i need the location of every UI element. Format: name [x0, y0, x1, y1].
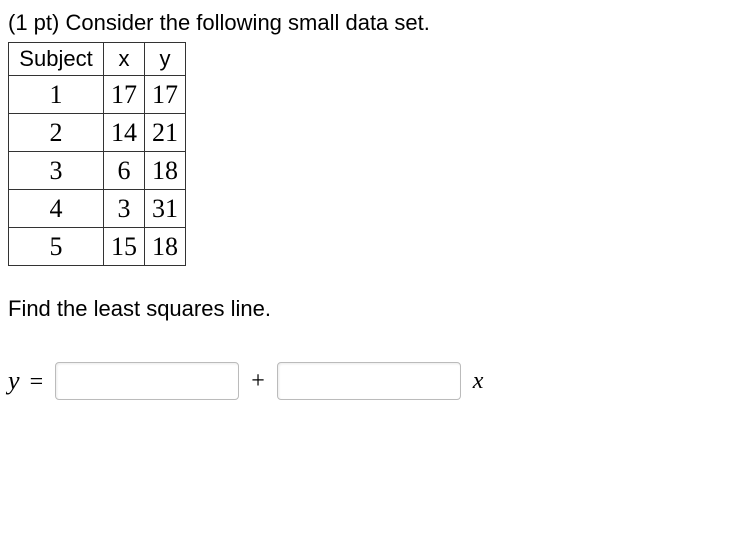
table-row: 5 15 18	[9, 228, 186, 266]
prompt-text: (1 pt) Consider the following small data…	[8, 10, 740, 36]
y-variable: y	[8, 366, 20, 395]
cell-subject: 2	[9, 113, 104, 151]
slope-input[interactable]	[277, 362, 461, 400]
data-table: Subject x y 1 17 17 2 14 21 3 6 18 4 3 3…	[8, 42, 186, 266]
cell-x: 17	[104, 75, 145, 113]
header-x: x	[104, 43, 145, 76]
equation-row: y = + x	[8, 362, 740, 400]
cell-x: 3	[104, 189, 145, 227]
cell-x: 14	[104, 113, 145, 151]
cell-subject: 1	[9, 75, 104, 113]
cell-x: 6	[104, 151, 145, 189]
cell-y: 31	[145, 189, 186, 227]
cell-subject: 5	[9, 228, 104, 266]
table-header-row: Subject x y	[9, 43, 186, 76]
table-row: 1 17 17	[9, 75, 186, 113]
cell-y: 21	[145, 113, 186, 151]
header-y: y	[145, 43, 186, 76]
table-row: 4 3 31	[9, 189, 186, 227]
table-row: 3 6 18	[9, 151, 186, 189]
equals-sign: =	[30, 369, 44, 395]
intercept-input[interactable]	[55, 362, 239, 400]
header-subject: Subject	[9, 43, 104, 76]
cell-subject: 4	[9, 189, 104, 227]
plus-sign: +	[251, 368, 265, 395]
equation-lhs: y =	[8, 366, 43, 396]
cell-y: 18	[145, 151, 186, 189]
cell-y: 17	[145, 75, 186, 113]
cell-y: 18	[145, 228, 186, 266]
cell-subject: 3	[9, 151, 104, 189]
question-text: Find the least squares line.	[8, 296, 740, 322]
cell-x: 15	[104, 228, 145, 266]
x-variable: x	[473, 368, 484, 395]
table-row: 2 14 21	[9, 113, 186, 151]
